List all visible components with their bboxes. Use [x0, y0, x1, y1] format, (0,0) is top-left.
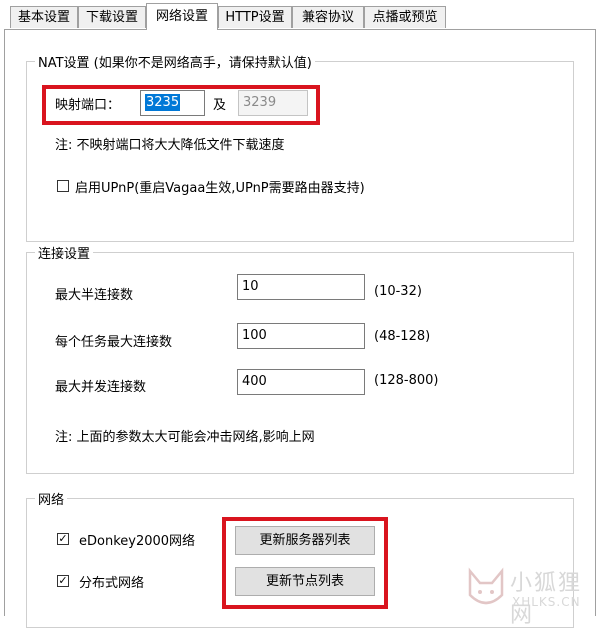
watermark: 小狐狸网 XHLKS.CN: [462, 563, 600, 628]
watermark-domain: XHLKS.CN: [512, 595, 581, 609]
max-concurrent-conn-range: (128-800): [374, 373, 439, 388]
max-concurrent-conn-label: 最大并发连接数: [55, 380, 147, 395]
max-half-conn-input[interactable]: 10: [237, 274, 365, 300]
tab-network-settings[interactable]: 网络设置: [146, 3, 218, 30]
max-task-conn-range: (48-128): [374, 329, 431, 344]
max-half-conn-label: 最大半连接数: [55, 288, 134, 303]
nat-settings-legend: NAT设置 (如果你不是网络高手，请保持默认值): [35, 52, 315, 71]
connection-settings-legend: 连接设置: [35, 243, 94, 262]
tab-compat-protocols[interactable]: 兼容协议: [292, 6, 364, 28]
tab-bar: 基本设置 下载设置 网络设置 HTTP设置 兼容协议 点播或预览: [0, 0, 600, 30]
network-legend: 网络: [35, 489, 68, 508]
distributed-label: 分布式网络: [79, 576, 145, 591]
tab-vod-preview[interactable]: 点播或预览: [364, 6, 446, 28]
max-concurrent-conn-input[interactable]: 400: [237, 369, 365, 395]
edonkey-label: eDonkey2000网络: [79, 534, 196, 549]
tab-download-settings[interactable]: 下载设置: [78, 6, 146, 28]
distributed-checkbox[interactable]: ✓: [57, 575, 69, 587]
max-task-conn-label: 每个任务最大连接数: [55, 335, 173, 350]
max-half-conn-range: (10-32): [374, 284, 422, 299]
network-settings-panel: NAT设置 (如果你不是网络高手，请保持默认值) 映射端口： 3235 及 32…: [4, 29, 596, 628]
edonkey-checkbox[interactable]: ✓: [57, 533, 69, 545]
network-buttons-highlight-box: [222, 517, 388, 609]
port-highlight-box: [42, 85, 320, 125]
tab-basic-settings[interactable]: 基本设置: [10, 6, 78, 28]
connection-note: 注: 上面的参数太大可能会冲击网络,影响上网: [55, 430, 315, 445]
nat-note: 注: 不映射端口将大大降低文件下载速度: [55, 138, 285, 153]
max-task-conn-input[interactable]: 100: [237, 323, 365, 349]
upnp-label: 启用UPnP(重启Vagaa生效,UPnP需要路由器支持): [75, 181, 365, 196]
upnp-checkbox[interactable]: [57, 180, 69, 192]
tab-http-settings[interactable]: HTTP设置: [218, 6, 292, 28]
fox-logo-icon: [468, 567, 504, 605]
